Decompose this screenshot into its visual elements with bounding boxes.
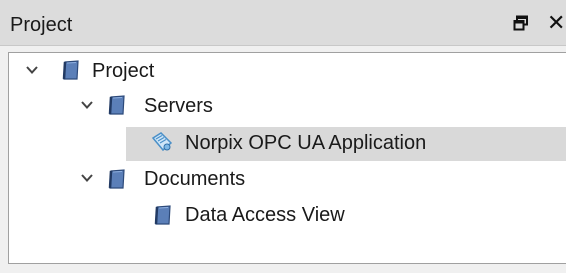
chevron-down-icon[interactable]	[80, 98, 94, 112]
project-panel: Project ✕ Project Servers Norpix OPC UA …	[0, 0, 566, 273]
notebook-icon	[60, 59, 82, 81]
server-connection-icon	[150, 130, 174, 154]
panel-title: Project	[10, 14, 73, 36]
chevron-down-icon[interactable]	[80, 171, 94, 185]
notebook-icon	[106, 168, 128, 190]
close-icon[interactable]: ✕	[547, 12, 565, 34]
float-window-icon[interactable]	[513, 15, 529, 31]
chevron-down-icon[interactable]	[25, 63, 39, 77]
panel-titlebar: Project ✕	[0, 0, 566, 46]
tree-node-label: Servers	[144, 95, 213, 117]
tree-node-label: Data Access View	[185, 204, 345, 226]
tree-node-label: Project	[92, 60, 155, 82]
tree-node-label: Norpix OPC UA Application	[185, 132, 427, 154]
tree-node-label: Documents	[144, 168, 246, 190]
notebook-icon	[106, 94, 128, 116]
panel-bottom-edge	[0, 264, 566, 273]
notebook-icon	[152, 204, 174, 226]
